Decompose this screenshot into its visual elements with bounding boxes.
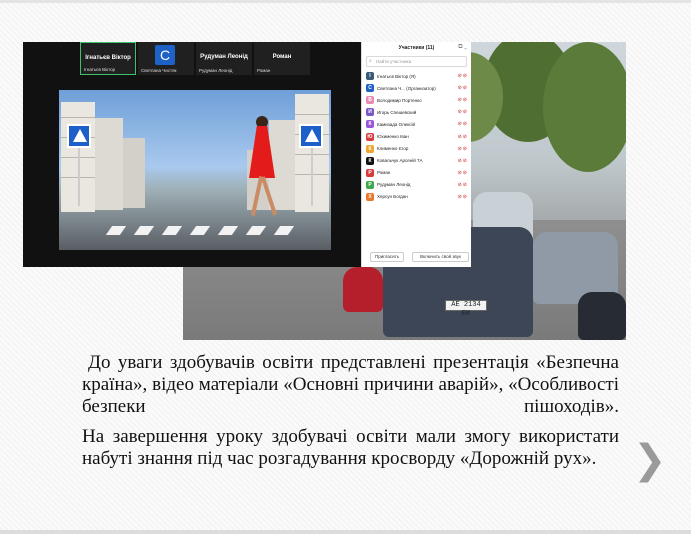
participant-name: Роман — [377, 170, 391, 176]
slide-top-edge — [0, 0, 691, 3]
participant-row[interactable]: I Ігнатьєв Віктор (Я) ⊘⊘ — [366, 70, 468, 82]
tile-caption: Ігнатьєв Віктор — [84, 67, 116, 72]
participant-row[interactable]: Р Роман ⊘⊘ — [366, 167, 468, 179]
participant-name: Камизада Олексій — [377, 121, 416, 127]
participant-name: Володимир Портенко — [377, 97, 422, 103]
street-tree — [543, 42, 626, 172]
participant-tile[interactable]: Рудуман Леонід Рудуман Леонід — [196, 42, 252, 75]
participant-name: Игорь Спешевский — [377, 109, 417, 115]
zebra-stripe — [273, 226, 295, 235]
muted-mic-icon: ⊘⊘ — [457, 133, 468, 140]
license-plate: AE 2134 ЕК — [445, 300, 487, 318]
participants-title: Участники (11) — [398, 45, 435, 51]
participant-row[interactable]: Р Рудуман Леонід ⊘⊘ — [366, 179, 468, 191]
zebra-stripe — [105, 226, 127, 235]
avatar: Р — [366, 168, 374, 177]
avatar: К — [366, 120, 374, 129]
slide-text: До уваги здобувачів освіти представлені … — [82, 352, 619, 478]
pedestrian-crossing-sign-icon — [299, 124, 323, 148]
avatar: В — [366, 96, 374, 105]
muted-mic-icon: ⊘⊘ — [457, 85, 468, 92]
search-placeholder: Найти участника — [376, 59, 412, 64]
participant-row[interactable]: И Игорь Спешевский ⊘⊘ — [366, 106, 468, 118]
slide-bottom-edge — [0, 530, 691, 534]
avatar: I — [366, 72, 374, 81]
muted-mic-icon: ⊘⊘ — [457, 157, 468, 164]
tile-caption: Роман — [257, 68, 271, 73]
pedestrian-crossing-sign-icon — [67, 124, 91, 148]
participant-name: Ігнатьєв Віктор (Я) — [377, 73, 416, 79]
participant-tile[interactable]: C Светлана Чистяк — [138, 42, 194, 75]
participants-panel: Участники (11) ⧉ ⌄ ⌕ Найти участника I Іг… — [361, 42, 471, 267]
building — [123, 138, 145, 208]
participant-name: Клименко Єгор — [377, 146, 409, 152]
car — [578, 292, 626, 340]
muted-mic-icon: ⊘⊘ — [457, 181, 468, 188]
avatar: И — [366, 108, 374, 117]
building — [95, 118, 123, 210]
zebra-stripe — [189, 226, 211, 235]
unmute-button[interactable]: Включить свой звук — [412, 252, 469, 262]
chevron-right-icon[interactable]: ❯ — [633, 436, 667, 484]
participant-tile[interactable]: Ігнатьєв Віктор Ігнатьєв Віктор — [80, 42, 136, 75]
participant-row[interactable]: К Ковальчук Арсеній 7А ⊘⊘ — [366, 155, 468, 167]
zebra-stripe — [161, 226, 183, 235]
search-icon: ⌕ — [369, 58, 372, 64]
paragraph-1: До уваги здобувачів освіти представлені … — [82, 352, 619, 417]
tile-name: Рудуман Леонід — [200, 54, 248, 60]
muted-mic-icon: ⊘⊘ — [457, 97, 468, 104]
muted-mic-icon: ⊘⊘ — [457, 121, 468, 128]
participant-list: I Ігнатьєв Віктор (Я) ⊘⊘ C Светлана Ч... (Ор… — [366, 70, 468, 203]
participant-row[interactable]: Ю Юхименко Іван ⊘⊘ — [366, 130, 468, 142]
car — [343, 267, 383, 312]
muted-mic-icon: ⊘⊘ — [457, 193, 468, 200]
tile-name: Ігнатьєв Віктор — [85, 55, 131, 61]
avatar: C — [366, 84, 374, 93]
participant-row[interactable]: К Клименко Єгор ⊘⊘ — [366, 143, 468, 155]
participant-name: Юхименко Іван — [377, 134, 409, 140]
tile-caption: Светлана Чистяк — [141, 68, 177, 73]
participant-tiles: Ігнатьєв Віктор Ігнатьєв Віктор C Светла… — [80, 42, 310, 75]
tile-name: Роман — [272, 54, 292, 60]
participant-name: Светлана Ч... (Организатор) — [377, 85, 436, 91]
avatar: Ю — [366, 132, 374, 141]
popout-icon[interactable]: ⧉ ⌄ — [458, 44, 467, 51]
muted-mic-icon: ⊘⊘ — [457, 169, 468, 176]
participant-row[interactable]: C Светлана Ч... (Организатор) ⊘⊘ — [366, 82, 468, 94]
invite-button[interactable]: Пригласить — [370, 252, 404, 262]
tile-caption: Рудуман Леонід — [199, 68, 233, 73]
participant-row[interactable]: Х Херсун Богдан ⊘⊘ — [366, 191, 468, 203]
avatar: К — [366, 156, 374, 165]
zebra-stripe — [133, 226, 155, 235]
avatar: Х — [366, 192, 374, 201]
zebra-stripe — [217, 226, 239, 235]
participant-name: Ковальчук Арсеній 7А — [377, 158, 423, 164]
shared-video[interactable] — [59, 90, 331, 250]
participant-row[interactable]: К Камизада Олексій ⊘⊘ — [366, 118, 468, 130]
avatar: Р — [366, 180, 374, 189]
participant-name: Рудуман Леонід — [377, 182, 411, 188]
avatar: К — [366, 144, 374, 153]
avatar: C — [155, 45, 175, 65]
participant-tile[interactable]: Роман Роман — [254, 42, 310, 75]
participant-row[interactable]: В Володимир Портенко ⊘⊘ — [366, 94, 468, 106]
participant-name: Херсун Богдан — [377, 194, 408, 200]
muted-mic-icon: ⊘⊘ — [457, 73, 468, 80]
muted-mic-icon: ⊘⊘ — [457, 145, 468, 152]
paragraph-2: На завершення уроку здобувачі освіти мал… — [82, 426, 619, 469]
muted-mic-icon: ⊘⊘ — [457, 109, 468, 116]
participant-search-input[interactable]: ⌕ Найти участника — [366, 56, 467, 67]
zoom-video-window: Ігнатьєв Віктор Ігнатьєв Віктор C Светла… — [23, 42, 361, 267]
slide-background: AE 2134 ЕК Ігнатьєв Віктор Ігнатьєв Вікт… — [0, 0, 691, 534]
zebra-stripe — [245, 226, 267, 235]
